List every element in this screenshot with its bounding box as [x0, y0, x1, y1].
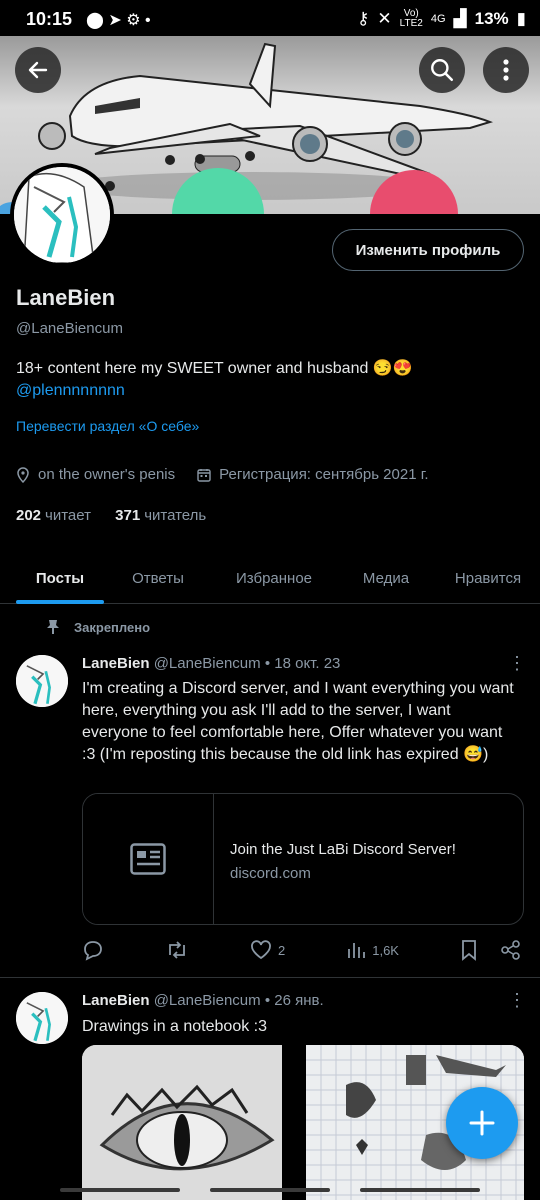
profile-meta: on the owner's penis Регистрация: сентяб… — [16, 466, 429, 483]
search-button[interactable] — [419, 47, 465, 93]
more-vertical-icon — [503, 59, 509, 81]
eye-drawing — [82, 1045, 282, 1200]
translate-bio-link[interactable]: Перевести раздел «О себе» — [16, 418, 199, 434]
pinned-indicator: Закреплено — [46, 619, 150, 635]
bookmark-share — [460, 939, 522, 961]
nav-handle-center[interactable] — [210, 1188, 330, 1192]
edit-profile-button[interactable]: Изменить профиль — [332, 229, 524, 271]
post-text: Drawings in a notebook :3 — [82, 1018, 267, 1035]
followers-count: 371 — [115, 507, 141, 524]
arrow-left-icon — [28, 61, 48, 79]
volte-label: Vo) LTE2 — [399, 8, 423, 29]
post-author[interactable]: LaneBien — [82, 655, 150, 672]
nav-handle-right[interactable] — [360, 1188, 480, 1192]
search-icon — [431, 59, 454, 82]
post-actions: 2 1,6K — [82, 939, 522, 961]
like-count: 2 — [278, 942, 286, 958]
analytics-icon — [348, 943, 366, 958]
notification-icons: ⬤ ➤ ⚙ • — [86, 12, 151, 29]
post-date[interactable]: • 26 янв. — [265, 992, 324, 1009]
post-image-drawing-eye[interactable] — [82, 1045, 282, 1200]
post-avatar[interactable] — [16, 992, 68, 1044]
heart-icon — [251, 940, 271, 960]
status-bar: 10:15 ⬤ ➤ ⚙ • ⚷ ✕ Vo) LTE2 4G ▟ 13% ▮ — [0, 0, 540, 36]
like-button[interactable]: 2 — [250, 940, 285, 960]
card-thumbnail — [83, 794, 214, 924]
profile-screen: 10:15 ⬤ ➤ ⚙ • ⚷ ✕ Vo) LTE2 4G ▟ 13% ▮ Из… — [0, 0, 540, 1200]
post-date[interactable]: • 18 окт. 23 — [265, 655, 341, 672]
mute-icon: ✕ — [377, 9, 392, 28]
card-title: Join the Just LaBi Discord Server! — [230, 841, 456, 858]
followers-label: читатель — [144, 507, 207, 524]
calendar-icon — [197, 468, 211, 482]
profile-joined-date: Регистрация: сентябрь 2021 г. — [219, 466, 429, 483]
post-text: I'm creating a Discord server, and I wan… — [82, 680, 514, 763]
bio-text: 18+ content here my SWEET owner and husb… — [16, 360, 413, 377]
avatar-image — [16, 992, 68, 1044]
following-count: 202 — [16, 507, 42, 524]
reply-icon — [84, 941, 102, 961]
view-count: 1,6K — [372, 942, 399, 958]
pinned-label: Закреплено — [74, 619, 151, 635]
battery-icon: ▮ — [516, 9, 526, 28]
location-icon — [17, 466, 29, 483]
more-button[interactable] — [483, 47, 529, 93]
key-icon: ⚷ — [356, 9, 370, 28]
tab-posts[interactable]: Посты — [16, 552, 104, 604]
post-handle: @LaneBiencum — [153, 992, 261, 1009]
signal-icon: ▟ — [453, 9, 467, 28]
card-domain: discord.com — [230, 865, 311, 882]
profile-location: on the owner's penis — [38, 466, 176, 483]
divider — [0, 977, 540, 978]
battery-percent: 13% — [474, 9, 509, 28]
avatar-image — [16, 655, 68, 707]
post-avatar[interactable] — [16, 655, 68, 707]
status-right: ⚷ ✕ Vo) LTE2 4G ▟ 13% ▮ — [357, 9, 526, 29]
link-card[interactable]: Join the Just LaBi Discord Server! disco… — [82, 793, 524, 925]
profile-handle: @LaneBiencum — [16, 320, 123, 337]
card-text: Join the Just LaBi Discord Server! disco… — [214, 794, 472, 924]
views-button[interactable]: 1,6K — [346, 940, 399, 960]
tab-replies[interactable]: Ответы — [104, 552, 212, 604]
nav-handle-left[interactable] — [60, 1188, 180, 1192]
share-icon[interactable] — [500, 939, 522, 961]
pin-icon — [47, 620, 59, 634]
bookmark-icon[interactable] — [460, 939, 478, 961]
system-navigation-bar — [0, 1185, 540, 1200]
profile-avatar[interactable] — [10, 163, 114, 267]
avatar-image — [14, 167, 110, 263]
bio-mention-link[interactable]: @plennnnnnnn — [16, 382, 125, 399]
compose-post-button[interactable] — [446, 1087, 518, 1159]
reply-button[interactable] — [82, 939, 104, 961]
network-type: 4G — [430, 13, 446, 25]
profile-tabs: Посты Ответы Избранное Медиа Нравится — [0, 552, 540, 604]
followers-link[interactable]: 371 читатель — [115, 507, 206, 524]
back-button[interactable] — [15, 47, 61, 93]
tab-media[interactable]: Медиа — [336, 552, 436, 604]
post-more-button[interactable]: ⋮ — [508, 990, 526, 1011]
post-more-button[interactable]: ⋮ — [508, 653, 526, 674]
repost-icon — [169, 941, 185, 959]
plus-icon — [469, 1110, 495, 1136]
profile-name: LaneBien — [16, 285, 116, 310]
post-header: LaneBien @LaneBiencum • 26 янв. — [82, 992, 324, 1009]
tab-highlights[interactable]: Избранное — [212, 552, 336, 604]
status-time: 10:15 — [26, 9, 73, 29]
tab-likes[interactable]: Нравится — [436, 552, 540, 604]
post-author[interactable]: LaneBien — [82, 992, 150, 1009]
post-handle: @LaneBiencum — [153, 655, 261, 672]
following-label: читает — [45, 507, 91, 524]
post-header: LaneBien @LaneBiencum • 18 окт. 23 — [82, 655, 340, 672]
repost-button[interactable] — [165, 939, 189, 961]
article-icon — [130, 843, 166, 875]
profile-bio: 18+ content here my SWEET owner and husb… — [16, 358, 526, 402]
following-link[interactable]: 202 читает — [16, 507, 91, 524]
follow-stats: 202 читает 371 читатель — [16, 507, 206, 524]
